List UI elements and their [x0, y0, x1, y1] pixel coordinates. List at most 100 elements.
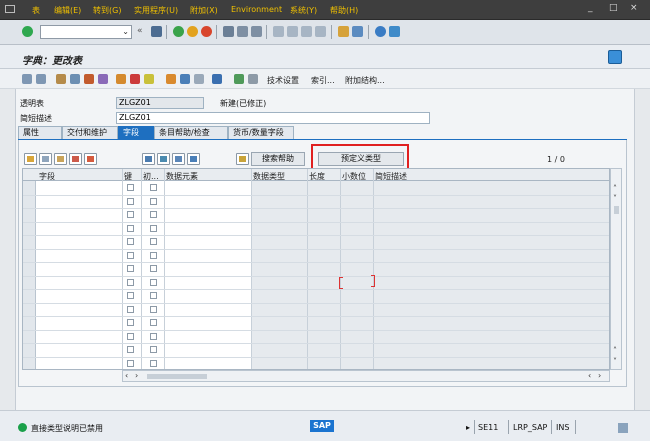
- back-icon[interactable]: [173, 26, 184, 37]
- key-checkbox[interactable]: [127, 252, 134, 259]
- move-up-icon[interactable]: [187, 153, 200, 165]
- copy-row-icon[interactable]: [39, 153, 52, 165]
- window-menu-icon[interactable]: [5, 5, 15, 13]
- scroll-up-bottom-icon[interactable]: ˄: [613, 346, 617, 355]
- initial-checkbox[interactable]: [150, 360, 157, 367]
- display-change-icon[interactable]: [56, 74, 66, 84]
- initial-checkbox[interactable]: [150, 333, 157, 340]
- column-header-initial[interactable]: 初...: [143, 171, 159, 182]
- edit-pencil-icon[interactable]: [130, 74, 140, 84]
- find-icon[interactable]: [237, 26, 248, 37]
- cancel-icon[interactable]: [201, 26, 212, 37]
- new-session-icon[interactable]: [338, 26, 349, 37]
- save-icon[interactable]: [151, 26, 162, 37]
- search-help-button[interactable]: 搜索帮助: [251, 152, 305, 166]
- back-arrows-icon[interactable]: «: [137, 26, 148, 37]
- initial-checkbox[interactable]: [150, 238, 157, 245]
- scroll-left-icon[interactable]: ‹: [125, 371, 128, 380]
- delete-row-icon[interactable]: [84, 153, 97, 165]
- check-icon[interactable]: [84, 74, 94, 84]
- cut-row-icon[interactable]: [24, 153, 37, 165]
- key-checkbox[interactable]: [127, 292, 134, 299]
- activate-icon[interactable]: [98, 74, 108, 84]
- initial-checkbox[interactable]: [150, 225, 157, 232]
- indexes-button[interactable]: 索引...: [311, 75, 335, 86]
- customize-layout-icon[interactable]: [389, 26, 400, 37]
- insert-mode[interactable]: INS: [556, 423, 569, 432]
- horizontal-scroll-thumb[interactable]: [147, 374, 207, 379]
- paste-row-icon[interactable]: [54, 153, 67, 165]
- key-checkbox[interactable]: [127, 279, 134, 286]
- initial-checkbox[interactable]: [150, 306, 157, 313]
- menu-goto[interactable]: 转到(G): [93, 5, 121, 16]
- initial-checkbox[interactable]: [150, 292, 157, 299]
- next-page-icon[interactable]: [301, 26, 312, 37]
- vertical-scroll-thumb[interactable]: [614, 206, 619, 214]
- information-icon[interactable]: [212, 74, 222, 84]
- scroll-left-end-icon[interactable]: ‹: [588, 371, 591, 380]
- menu-system[interactable]: 系统(Y): [290, 5, 317, 16]
- insert-row-icon[interactable]: [69, 153, 82, 165]
- key-checkbox[interactable]: [127, 184, 134, 191]
- command-field[interactable]: ⌄: [40, 25, 132, 39]
- menu-utilities[interactable]: 实用程序(U): [134, 5, 178, 16]
- key-checkbox[interactable]: [127, 211, 134, 218]
- column-header-data-element[interactable]: 数据元素: [166, 171, 198, 182]
- details-icon[interactable]: [172, 153, 185, 165]
- tab-attributes[interactable]: 属性: [18, 126, 62, 139]
- hierarchy-icon[interactable]: [166, 74, 176, 84]
- shortcut-icon[interactable]: [352, 26, 363, 37]
- append-structure-button[interactable]: 附加结构...: [345, 75, 385, 86]
- initial-checkbox[interactable]: [150, 211, 157, 218]
- menu-environment[interactable]: Environment: [231, 5, 282, 14]
- tab-delivery-maintenance[interactable]: 交付和维护: [62, 126, 118, 139]
- initial-checkbox[interactable]: [150, 279, 157, 286]
- key-checkbox[interactable]: [127, 265, 134, 272]
- previous-page-icon[interactable]: [287, 26, 298, 37]
- scroll-right-end-icon[interactable]: ›: [598, 371, 601, 380]
- tab-currency-quantity-fields[interactable]: 货币/数量字段: [228, 126, 294, 139]
- exit-icon[interactable]: [187, 26, 198, 37]
- status-expand-icon[interactable]: ▸: [466, 423, 470, 432]
- table-contents-icon[interactable]: [194, 74, 204, 84]
- menu-table[interactable]: 表: [32, 5, 40, 16]
- tab-fields[interactable]: 字段: [118, 126, 154, 139]
- scroll-up-icon[interactable]: ˄: [613, 184, 617, 193]
- column-header-key[interactable]: 键: [124, 171, 132, 182]
- tab-input-help-check[interactable]: 条目帮助/检查: [154, 126, 228, 139]
- enter-icon[interactable]: [22, 26, 33, 37]
- other-object-icon[interactable]: [70, 74, 80, 84]
- menu-help[interactable]: 帮助(H): [330, 5, 358, 16]
- menu-extras[interactable]: 附加(X): [190, 5, 218, 16]
- key-checkbox[interactable]: [127, 346, 134, 353]
- minimize-button[interactable]: _: [588, 3, 593, 13]
- help-icon[interactable]: [375, 26, 386, 37]
- filter-icon[interactable]: [142, 153, 155, 165]
- transaction-code[interactable]: SE11: [478, 423, 498, 432]
- column-header-short-description[interactable]: 简短描述: [375, 171, 407, 182]
- short-description-field[interactable]: ZLGZ01: [116, 112, 430, 124]
- graphic-icon[interactable]: [234, 74, 244, 84]
- close-window-button[interactable]: ×: [630, 3, 638, 13]
- initial-checkbox[interactable]: [150, 198, 157, 205]
- menu-edit[interactable]: 编辑(E): [54, 5, 81, 16]
- fields-table[interactable]: 字段 键 初... 数据元素 数据类型 长度 小数位 简短描述: [22, 168, 610, 370]
- column-header-length[interactable]: 长度: [309, 171, 325, 182]
- horizontal-scrollbar[interactable]: ‹ › ‹ ›: [122, 370, 610, 382]
- print-icon[interactable]: [223, 26, 234, 37]
- chevron-down-icon[interactable]: ⌄: [122, 27, 129, 36]
- key-checkbox[interactable]: [127, 238, 134, 245]
- grid-icon[interactable]: [248, 74, 258, 84]
- find-next-icon[interactable]: [251, 26, 262, 37]
- first-page-icon[interactable]: [273, 26, 284, 37]
- column-header-decimals[interactable]: 小数位: [342, 171, 366, 182]
- column-header-field[interactable]: 字段: [39, 171, 55, 182]
- scroll-down-bottom-icon[interactable]: ˅: [613, 357, 617, 366]
- column-header-data-type[interactable]: 数据类型: [253, 171, 285, 182]
- scroll-down-icon[interactable]: ˅: [613, 194, 617, 203]
- tech-settings-button[interactable]: 技术设置: [267, 75, 299, 86]
- forward-arrow-icon[interactable]: [36, 74, 46, 84]
- last-page-icon[interactable]: [315, 26, 326, 37]
- initial-checkbox[interactable]: [150, 252, 157, 259]
- vertical-scrollbar[interactable]: ˄ ˅ ˄ ˅: [610, 168, 622, 370]
